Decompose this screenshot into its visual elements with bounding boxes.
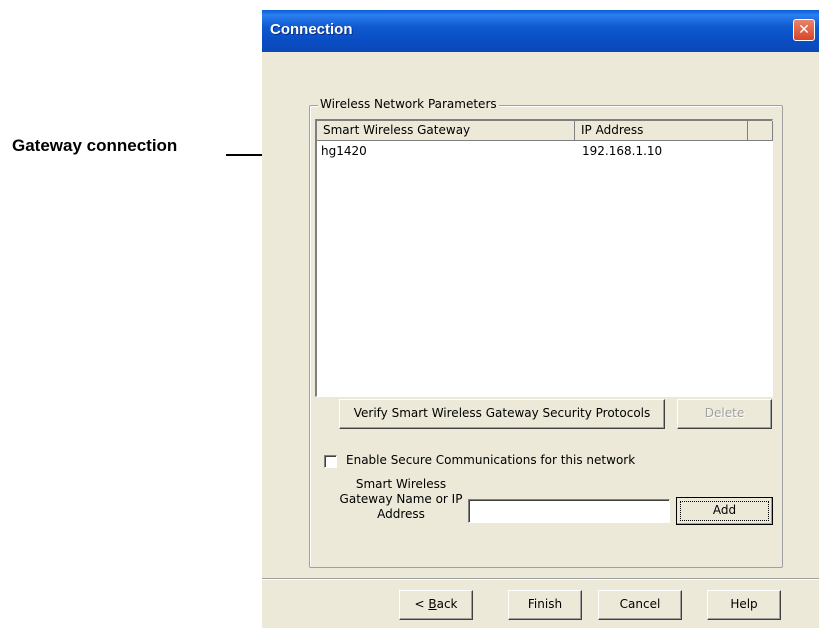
help-button[interactable]: Help (707, 590, 781, 620)
back-accelerator: B (428, 597, 437, 611)
help-button-label: Help (730, 597, 758, 611)
connection-dialog: Connection ✕ Wireless Network Parameters… (262, 10, 819, 628)
verify-security-button[interactable]: Verify Smart Wireless Gateway Security P… (339, 399, 665, 429)
back-button-label: < Back (400, 591, 472, 617)
callout-label: Gateway connection (12, 136, 178, 155)
table-row[interactable]: hg1420 192.168.1.10 (317, 143, 773, 159)
title-bar[interactable]: Connection ✕ (262, 10, 819, 52)
secure-communications-label[interactable]: Enable Secure Communications for this ne… (346, 453, 635, 467)
column-header-gateway[interactable]: Smart Wireless Gateway (317, 121, 575, 141)
delete-button-label: Delete (704, 406, 745, 420)
close-button[interactable]: ✕ (793, 19, 815, 41)
ip-address-cell: 192.168.1.10 (582, 144, 663, 158)
finish-button[interactable]: Finish (508, 590, 582, 620)
delete-button[interactable]: Delete (677, 399, 772, 429)
gateway-name-cell: hg1420 (321, 144, 367, 158)
dialog-title: Connection (270, 21, 353, 38)
back-button[interactable]: < Back (399, 590, 473, 620)
finish-button-label: Finish (527, 597, 563, 611)
back-prefix: < (414, 597, 429, 611)
focus-rectangle (680, 501, 769, 521)
field-label-line1: Smart Wireless (355, 477, 447, 491)
cancel-button-label: Cancel (619, 597, 661, 611)
gateway-list[interactable]: Smart Wireless Gateway IP Address hg1420… (315, 119, 773, 397)
verify-button-label: Verify Smart Wireless Gateway Security P… (353, 406, 651, 420)
field-label-line2: Gateway Name or IP (339, 492, 463, 506)
gateway-name-input[interactable] (468, 499, 670, 523)
footer-divider-highlight (262, 579, 819, 580)
gateway-name-field-label: Smart Wireless Gateway Name or IP Addres… (337, 477, 465, 522)
back-rest: ack (436, 597, 458, 611)
cancel-button[interactable]: Cancel (598, 590, 682, 620)
column-header-filler (748, 121, 773, 141)
add-button[interactable]: Add (676, 497, 773, 525)
group-label: Wireless Network Parameters (318, 97, 499, 111)
column-header-ip-address[interactable]: IP Address (575, 121, 748, 141)
list-header: Smart Wireless Gateway IP Address (317, 121, 773, 141)
secure-communications-checkbox[interactable] (324, 455, 337, 468)
close-icon: ✕ (798, 22, 810, 38)
field-label-line3: Address (377, 507, 425, 521)
